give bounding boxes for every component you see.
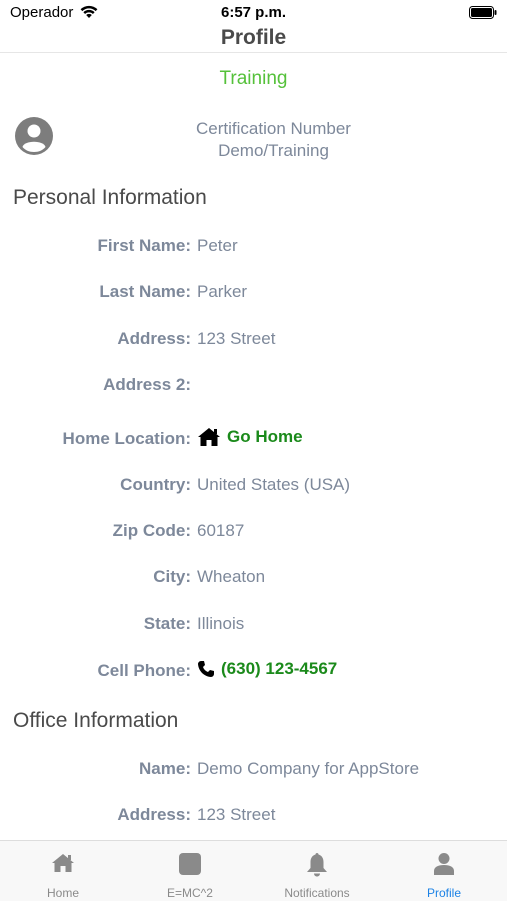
square-icon <box>179 853 201 875</box>
section-personal-information: Personal Information <box>13 186 207 209</box>
country-label: Country: <box>120 475 191 494</box>
cell-phone-row: Cell Phone: (630) 123-4567 <box>0 659 507 685</box>
address2-label: Address 2: <box>103 375 191 394</box>
home-location-label: Home Location: <box>62 429 191 448</box>
state-value: Illinois <box>197 614 245 633</box>
city-value: Wheaton <box>197 567 266 586</box>
home-icon <box>52 854 74 872</box>
country-row: Country: United States (USA) <box>0 475 507 499</box>
office-address-row: Address: 123 Street <box>0 805 507 829</box>
tab-emc2[interactable]: E=MC^2 <box>127 841 253 901</box>
first-name-value: Peter <box>197 236 238 255</box>
first-name-row: First Name: Peter <box>0 236 507 260</box>
clock: 6:57 p.m. <box>220 4 287 21</box>
zip-code-label: Zip Code: <box>112 521 191 540</box>
address-label: Address: <box>117 329 191 348</box>
home-location-row: Home Location: Go Home <box>0 427 507 453</box>
cell-phone-link[interactable]: (630) 123-4567 <box>197 659 337 679</box>
tab-bar: Home E=MC^2 Notifications Profile <box>0 840 507 901</box>
phone-icon <box>198 661 214 677</box>
office-name-row: Name: Demo Company for AppStore <box>0 759 507 783</box>
office-name-value: Demo Company for AppStore <box>197 759 420 778</box>
state-row: State: Illinois <box>0 614 507 638</box>
certification-value: Demo/Training <box>218 141 329 160</box>
city-row: City: Wheaton <box>0 567 507 591</box>
status-bar: Operador 6:57 p.m. <box>0 0 507 26</box>
tab-profile[interactable]: Profile <box>381 841 507 901</box>
zip-code-row: Zip Code: 60187 <box>0 521 507 545</box>
last-name-label: Last Name: <box>99 282 191 301</box>
tab-home-label: Home <box>46 886 79 900</box>
certification-block: Certification Number Demo/Training <box>140 118 407 162</box>
avatar-icon[interactable] <box>14 116 54 156</box>
tab-emc2-label: E=MC^2 <box>167 886 213 900</box>
home-icon <box>198 428 220 446</box>
battery-icon <box>469 6 497 19</box>
tab-notifications[interactable]: Notifications <box>254 841 380 901</box>
person-icon <box>434 853 454 875</box>
bell-icon <box>307 853 327 877</box>
certification-label: Certification Number <box>196 119 351 138</box>
office-address-value: 123 Street <box>197 805 276 824</box>
section-office-information: Office Information <box>13 709 179 732</box>
country-value: United States (USA) <box>197 475 351 494</box>
tab-notifications-label: Notifications <box>284 886 350 900</box>
first-name-label: First Name: <box>97 236 191 255</box>
cell-phone-number: (630) 123-4567 <box>221 659 338 678</box>
state-label: State: <box>143 614 191 633</box>
address-row: Address: 123 Street <box>0 329 507 353</box>
mode-label: Training <box>219 68 288 89</box>
page-title: Profile <box>220 26 287 49</box>
office-name-label: Name: <box>139 759 191 778</box>
go-home-label: Go Home <box>227 427 303 446</box>
go-home-link[interactable]: Go Home <box>197 427 303 447</box>
tab-profile-label: Profile <box>426 886 461 900</box>
navigation-bar: Profile <box>0 26 507 53</box>
city-label: City: <box>153 567 191 586</box>
tab-home[interactable]: Home <box>0 841 126 901</box>
zip-code-value: 60187 <box>197 521 245 540</box>
last-name-row: Last Name: Parker <box>0 282 507 306</box>
last-name-value: Parker <box>197 282 248 301</box>
cell-phone-label: Cell Phone: <box>97 661 191 680</box>
office-address-label: Address: <box>117 805 191 824</box>
address-value: 123 Street <box>197 329 276 348</box>
address2-row: Address 2: <box>0 375 507 399</box>
